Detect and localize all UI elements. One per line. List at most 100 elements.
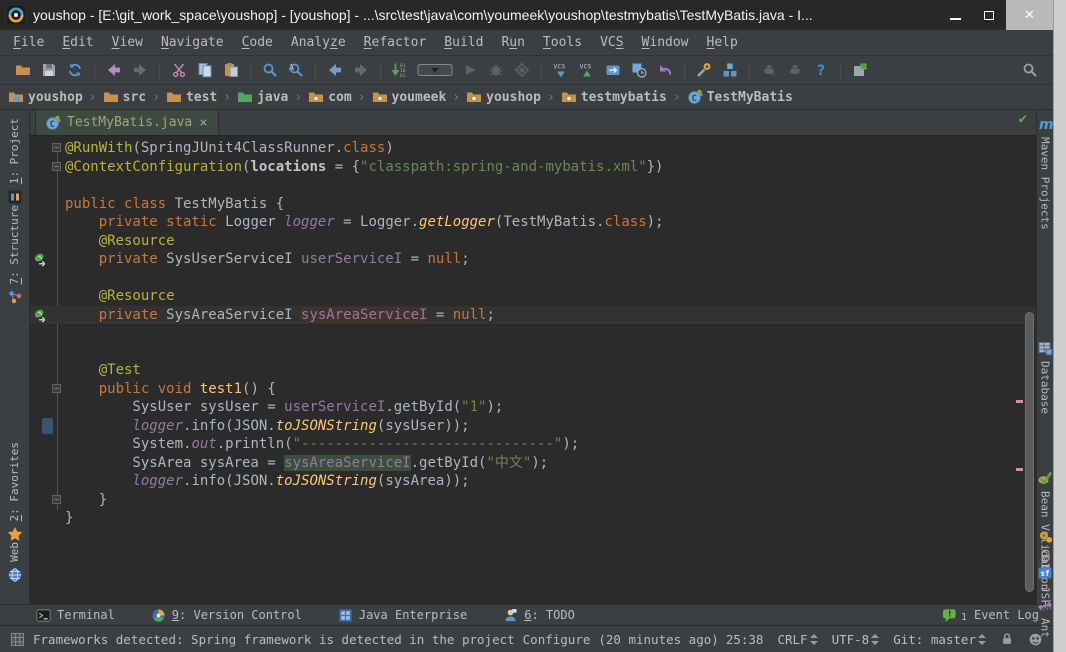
gutter-line[interactable] [30, 250, 62, 269]
breadcrumb-testmybatis[interactable]: testmybatis [561, 89, 667, 105]
fold-marker-icon[interactable]: − [52, 143, 61, 152]
tab-testmybatis-java[interactable]: C TestMyBatis.java [35, 110, 219, 135]
git-branch-widget[interactable]: Git: master [893, 632, 986, 647]
breadcrumb-test[interactable]: test [166, 89, 217, 105]
fold-marker-icon[interactable]: − [52, 162, 61, 171]
menu-vcs[interactable]: VCS [591, 32, 632, 53]
gutter-line[interactable]: − [30, 491, 62, 510]
paste-button[interactable] [218, 58, 244, 82]
bookmark-marker[interactable] [42, 418, 53, 434]
breadcrumb-src[interactable]: src [103, 89, 146, 105]
gutter-line[interactable] [30, 324, 62, 343]
undo-button[interactable] [101, 58, 127, 82]
breadcrumb-java[interactable]: java [237, 89, 288, 105]
vcs-rollback-button[interactable] [652, 58, 678, 82]
code-line[interactable]: public class TestMyBatis { [62, 195, 1036, 214]
gutter-line[interactable] [30, 472, 62, 491]
close-tab-icon[interactable] [198, 117, 209, 128]
tool-window-button-terminal[interactable]: Terminal [36, 608, 115, 623]
tool-window-button-2-favorites[interactable]: 2: Favorites [0, 442, 29, 542]
gutter-line[interactable] [30, 269, 62, 288]
fold-marker-icon[interactable]: − [52, 495, 61, 504]
code-line[interactable] [62, 343, 1036, 362]
gutter-line[interactable] [30, 213, 62, 232]
menu-file[interactable]: File [4, 32, 53, 53]
line-separator-widget[interactable]: CRLF [777, 632, 817, 647]
close-button[interactable]: ✕ [1006, 0, 1053, 30]
code-line[interactable]: SysUser sysUser = userServiceI.getById("… [62, 398, 1036, 417]
breadcrumb-youmeek[interactable]: youmeek [372, 89, 447, 105]
code-editor[interactable]: − − − − @RunWith(SpringJUnit4ClassRunner.cl… [30, 136, 1036, 604]
gutter-line[interactable] [30, 176, 62, 195]
code-line[interactable]: @RunWith(SpringJUnit4ClassRunner.class) [62, 139, 1036, 158]
gutter-line[interactable] [30, 306, 62, 325]
code-line[interactable]: @Test [62, 361, 1036, 380]
code-line[interactable]: private SysUserServiceI userServiceI = n… [62, 250, 1036, 269]
tool-window-button-web[interactable]: Web [0, 542, 29, 583]
code-line[interactable]: logger.info(JSON.toJSONString(sysArea)); [62, 472, 1036, 491]
code-line[interactable]: private static Logger logger = Logger.ge… [62, 213, 1036, 232]
tool-window-button-7-structure[interactable]: 7: Structure [0, 205, 29, 305]
code-line[interactable]: private SysAreaServiceI sysAreaServiceI … [62, 306, 1036, 325]
menu-run[interactable]: Run [492, 32, 533, 53]
editor-gutter[interactable]: − − − − [30, 136, 62, 604]
menu-tools[interactable]: Tools [534, 32, 591, 53]
copy-button[interactable] [192, 58, 218, 82]
code-line[interactable]: public void test1() { [62, 380, 1036, 399]
menu-edit[interactable]: Edit [53, 32, 102, 53]
help-button[interactable]: ? [808, 58, 834, 82]
vcs-update-button[interactable]: VCS [548, 58, 574, 82]
code-line[interactable]: logger.info(JSON.toJSONString(sysUser)); [62, 417, 1036, 436]
tool-window-button-java-enterprise[interactable]: Java Enterprise [338, 608, 467, 623]
vcs-commit-button[interactable]: VCS [574, 58, 600, 82]
breadcrumb-testmybatis[interactable]: CTestMyBatis [687, 89, 793, 105]
menu-help[interactable]: Help [698, 32, 747, 53]
tool-window-button-9-version-control[interactable]: 9: Version Control [151, 608, 302, 623]
menu-view[interactable]: View [103, 32, 152, 53]
editor-scrollbar[interactable] [1023, 136, 1035, 604]
gutter-line[interactable] [30, 417, 62, 436]
run-config-dropdown-button[interactable] [413, 58, 457, 82]
code-line[interactable]: @ContextConfiguration(locations = {"clas… [62, 158, 1036, 177]
scrollbar-thumb[interactable] [1025, 312, 1034, 592]
lock-icon[interactable] [1000, 632, 1014, 646]
gutter-line[interactable] [30, 509, 62, 528]
gutter-line[interactable] [30, 398, 62, 417]
code-line[interactable] [62, 324, 1036, 343]
spring-bean-icon[interactable] [33, 252, 48, 267]
error-stripe-mark[interactable] [1016, 400, 1023, 403]
sync-button[interactable] [62, 58, 88, 82]
vcs-integrate-button[interactable] [600, 58, 626, 82]
inspections-ok-check-icon[interactable]: ✔ [1019, 111, 1027, 127]
code-line[interactable]: @Resource [62, 287, 1036, 306]
menu-navigate[interactable]: Navigate [152, 32, 233, 53]
code-pane[interactable]: @RunWith(SpringJUnit4ClassRunner.class)@… [62, 136, 1036, 604]
tool-window-button-maven-projects[interactable]: mMaven Projects [1037, 116, 1053, 230]
find-button[interactable] [257, 58, 283, 82]
gutter-line[interactable] [30, 454, 62, 473]
gutter-line[interactable]: − [30, 158, 62, 177]
minimize-button[interactable] [938, 0, 972, 30]
gutter-line[interactable] [30, 361, 62, 380]
tool-window-button-ant[interactable]: Ant [1037, 597, 1053, 638]
vcs-changes-button[interactable] [626, 58, 652, 82]
gutter-line[interactable] [30, 232, 62, 251]
tool-window-button-6-todo[interactable]: 6: TODO [503, 608, 575, 623]
settings-wrench-button[interactable] [691, 58, 717, 82]
gutter-line[interactable] [30, 343, 62, 362]
replace-button[interactable]: A [283, 58, 309, 82]
binary-compare-button[interactable]: 011001 [387, 58, 413, 82]
menu-window[interactable]: Window [633, 32, 698, 53]
code-line[interactable]: @Resource [62, 232, 1036, 251]
tool-window-button-database[interactable]: Database [1037, 340, 1053, 414]
project-structure-button[interactable] [717, 58, 743, 82]
caret-position-widget[interactable]: 25:38 [726, 632, 764, 647]
code-line[interactable]: SysArea sysArea = sysAreaServiceI.getByI… [62, 454, 1036, 473]
menu-refactor[interactable]: Refactor [355, 32, 436, 53]
gutter-line[interactable]: − [30, 139, 62, 158]
spring-bean-icon[interactable] [33, 308, 48, 323]
breadcrumb-youshop[interactable]: youshop [8, 89, 83, 105]
tool-window-button-1-project[interactable]: 1: Project [0, 118, 29, 205]
save-button[interactable] [36, 58, 62, 82]
fold-marker-icon[interactable]: − [52, 384, 61, 393]
